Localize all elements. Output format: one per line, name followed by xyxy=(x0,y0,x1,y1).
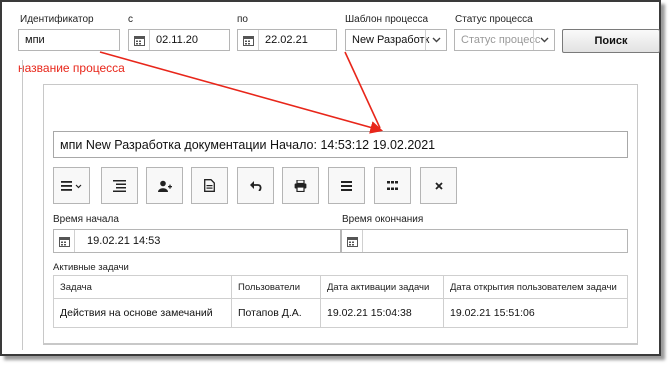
annotation-arrow xyxy=(344,51,381,129)
annotation-arrow xyxy=(99,51,384,134)
annotation-arrows xyxy=(99,51,384,134)
